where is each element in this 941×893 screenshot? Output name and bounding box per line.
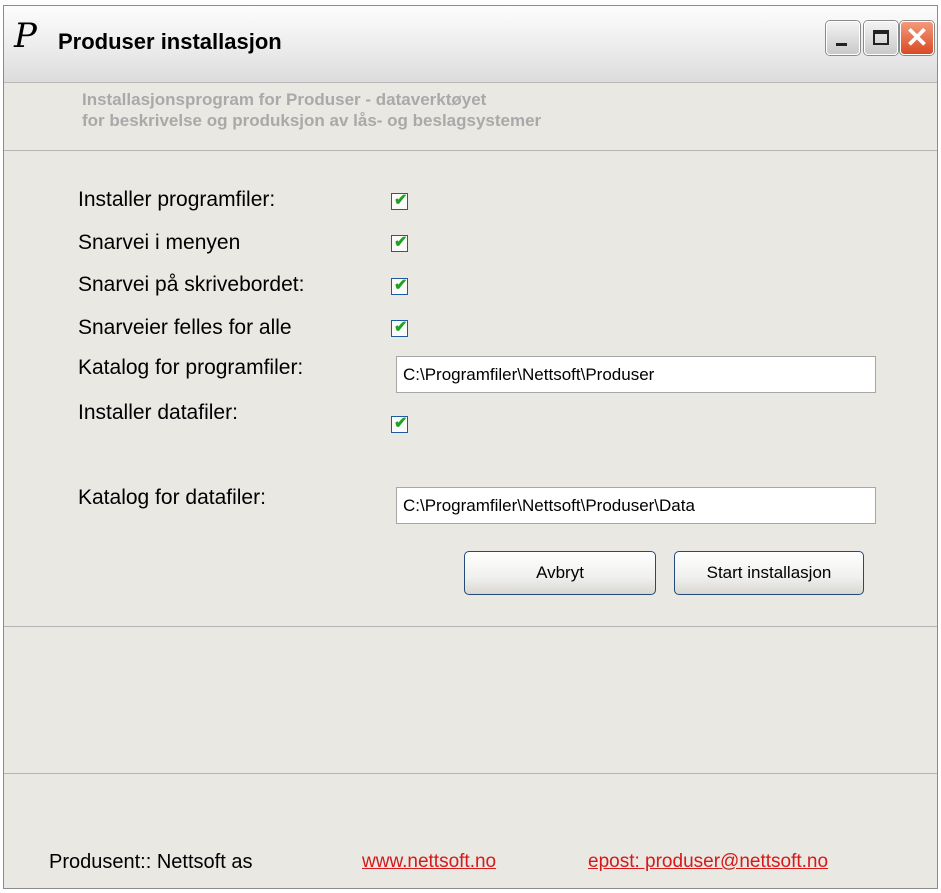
shared-shortcuts-checkbox[interactable]: ✔ bbox=[391, 319, 408, 337]
menu-shortcut-checkbox[interactable]: ✔ bbox=[391, 234, 408, 252]
maximize-button[interactable] bbox=[864, 21, 898, 55]
header-banner: Installasjonsprogram for Produser - data… bbox=[4, 83, 937, 151]
option-label-menu-shortcut: Snarvei i menyen bbox=[78, 231, 241, 254]
cancel-button[interactable]: Avbryt bbox=[464, 551, 656, 595]
minimize-button[interactable] bbox=[826, 21, 860, 55]
checkmark-icon: ✔ bbox=[394, 319, 408, 336]
header-line-2: for beskrivelse og produksjon av lås- og… bbox=[82, 111, 542, 130]
option-label-shared-shortcuts: Snarveier felles for alle bbox=[78, 316, 292, 339]
checkmark-icon: ✔ bbox=[394, 234, 408, 251]
minimize-icon bbox=[836, 43, 847, 46]
start-installation-button[interactable]: Start installasjon bbox=[674, 551, 864, 595]
maximize-icon bbox=[873, 30, 889, 45]
desktop-shortcut-checkbox[interactable]: ✔ bbox=[391, 277, 408, 295]
installer-window: P Produser installasjon ✕ Installasjonsp… bbox=[3, 5, 938, 889]
app-logo-icon: P bbox=[14, 16, 37, 56]
program-dir-input[interactable]: C:\Programfiler\Nettsoft\Produser bbox=[396, 356, 876, 393]
close-button[interactable]: ✕ bbox=[900, 21, 934, 55]
data-files-label: Installer datafiler: bbox=[78, 401, 238, 424]
website-link[interactable]: www.nettsoft.no bbox=[362, 851, 496, 873]
producer-text: Produsent:: Nettsoft as bbox=[49, 851, 253, 873]
title-bar[interactable]: P Produser installasjon ✕ bbox=[4, 6, 937, 83]
option-label-desktop-shortcut: Snarvei på skrivebordet: bbox=[78, 273, 305, 296]
install-data-files-checkbox[interactable]: ✔ bbox=[391, 415, 408, 433]
program-dir-label: Katalog for programfiler: bbox=[78, 356, 304, 379]
divider-lower bbox=[4, 773, 937, 774]
checkmark-icon: ✔ bbox=[394, 277, 408, 294]
email-link[interactable]: epost: produser@nettsoft.no bbox=[588, 851, 828, 873]
install-program-files-checkbox[interactable]: ✔ bbox=[391, 192, 408, 210]
option-label-install-program-files: Installer programfiler: bbox=[78, 188, 276, 211]
data-dir-input[interactable]: C:\Programfiler\Nettsoft\Produser\Data bbox=[396, 487, 876, 524]
divider-upper bbox=[4, 626, 937, 627]
header-line-1: Installasjonsprogram for Produser - data… bbox=[82, 90, 487, 109]
close-icon: ✕ bbox=[905, 22, 929, 53]
checkmark-icon: ✔ bbox=[394, 192, 408, 209]
window-title: Produser installasjon bbox=[58, 29, 282, 54]
checkmark-icon: ✔ bbox=[394, 415, 408, 432]
data-dir-label: Katalog for datafiler: bbox=[78, 486, 266, 509]
